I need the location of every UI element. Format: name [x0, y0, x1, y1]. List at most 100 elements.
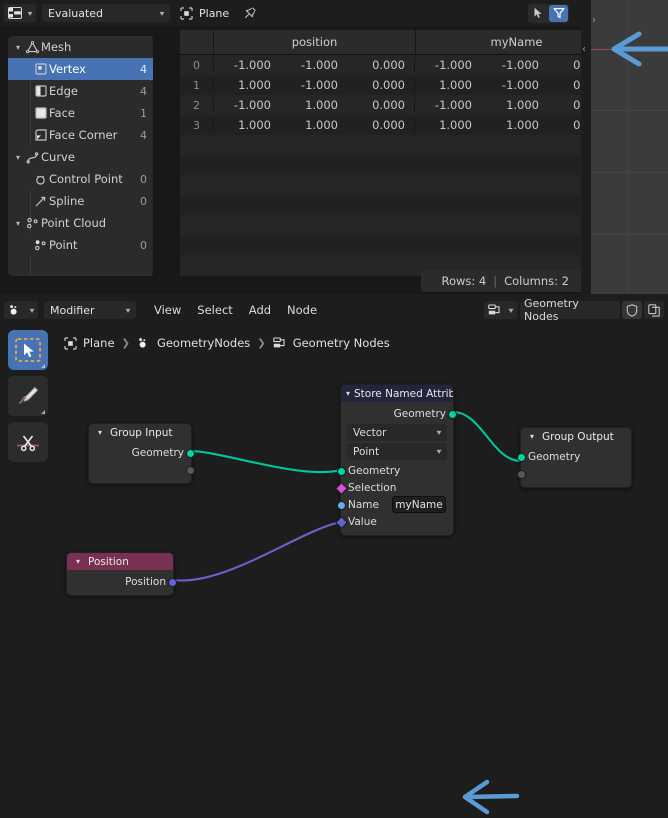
spreadsheet-header: ▾ Evaluated ▾ Plane	[0, 0, 581, 26]
table-cell: 0.000	[573, 118, 581, 132]
node-output-socket-row[interactable]: Geometry	[89, 444, 195, 461]
node-input-socket-row[interactable]: Geometry	[517, 448, 631, 465]
socket-dot[interactable]	[517, 470, 526, 479]
dataset-row-label: Control Point	[49, 172, 123, 186]
grid-line-horizontal	[581, 172, 668, 173]
spreadsheet-dataset-tree[interactable]: ▾ Mesh Vertex 4 Edge 4 Face 1 Face Corner 4 ▾ Curve…	[8, 36, 153, 276]
disclosure-triangle-icon[interactable]: ▾	[12, 43, 24, 52]
disclosure-triangle-icon[interactable]: ▾	[12, 219, 24, 228]
dataset-row-count: 0	[140, 172, 147, 186]
node-group-input[interactable]: ▾ Group Input Geometry	[88, 423, 195, 484]
node-input-socket-row[interactable]: Name myName	[337, 496, 453, 513]
table-cell: 0.000	[372, 58, 405, 72]
table-cell: 0.000	[372, 98, 405, 112]
node-output-socket-row[interactable]: Position	[67, 573, 177, 590]
node-input-socket-row[interactable]	[517, 465, 631, 482]
face-icon	[32, 106, 49, 120]
table-cell: 0.000	[372, 78, 405, 92]
table-cell: -1.000	[501, 58, 539, 72]
row-index: 0	[193, 58, 200, 72]
dataset-row-spline[interactable]: Spline 0	[8, 190, 153, 212]
socket-dot[interactable]	[337, 467, 346, 476]
node-dropdown-label: Vector	[353, 426, 387, 439]
table-cell: -1.000	[213, 58, 280, 72]
cursor-select-icon[interactable]	[529, 5, 548, 22]
dataset-row-control-point[interactable]: Control Point 0	[8, 168, 153, 190]
node-store-named-attribute[interactable]: ▾Store Named Attrib...GeometryVector▾Poi…	[335, 384, 457, 536]
socket-dot[interactable]	[335, 516, 348, 529]
grid-line-horizontal	[581, 234, 668, 235]
socket-dot[interactable]	[186, 466, 195, 475]
socket-dot[interactable]	[448, 410, 457, 419]
face-corner-icon	[32, 128, 49, 142]
pin-icon[interactable]	[243, 6, 257, 20]
column-group-header[interactable]: myName	[415, 30, 581, 54]
sidebar-expand-arrow-side[interactable]: ‹	[582, 44, 586, 55]
dataset-row-face[interactable]: Face 1	[8, 102, 153, 124]
dataset-row-face-corner[interactable]: Face Corner 4	[8, 124, 153, 146]
nodes-layer: ▾ Group Input Geometry ▾ Store Named Attrib.…	[0, 294, 668, 636]
chevron-down-icon: ▾	[436, 447, 442, 456]
node-header[interactable]: ▾ Group Input	[89, 424, 191, 441]
grid-line-horizontal	[581, 110, 668, 111]
table-cell: -1.000	[300, 58, 338, 72]
filter-funnel-icon[interactable]	[549, 4, 568, 22]
node-input-socket-row[interactable]: Value	[335, 513, 453, 530]
mesh-data-icon	[24, 40, 41, 54]
socket-dot[interactable]	[186, 449, 195, 458]
edge-icon	[32, 84, 49, 98]
node-dropdown[interactable]: Vector ▾	[347, 424, 447, 441]
node-header[interactable]: ▾ Group Output	[521, 428, 631, 445]
dataset-row-vertex[interactable]: Vertex 4	[8, 58, 153, 80]
dataset-row-curve[interactable]: ▾ Curve	[8, 146, 153, 168]
sidebar-expand-arrow-top[interactable]: ›	[592, 15, 596, 26]
node-output-socket-row[interactable]: Geometry	[341, 405, 457, 422]
dataset-row-edge[interactable]: Edge 4	[8, 80, 153, 102]
node-header[interactable]: ▾ Store Named Attrib...	[341, 385, 453, 402]
point-cloud-icon	[24, 216, 41, 230]
socket-dot[interactable]	[517, 453, 526, 462]
table-cell: 1.000	[506, 118, 539, 132]
node-position[interactable]: ▾ Position Position	[66, 552, 177, 596]
dataset-row-count: 0	[140, 194, 147, 208]
node-body: Position	[67, 570, 177, 595]
node-header[interactable]: ▾ Position	[67, 553, 173, 570]
dataset-row-mesh[interactable]: ▾ Mesh	[8, 36, 153, 58]
node-collapse-triangle-icon[interactable]: ▾	[94, 428, 106, 437]
node-input-socket-row[interactable]: Selection	[335, 479, 453, 496]
dataset-row-label: Face Corner	[49, 128, 118, 142]
socket-dot[interactable]	[337, 501, 346, 510]
node-collapse-triangle-icon[interactable]: ▾	[526, 432, 538, 441]
socket-dot[interactable]	[168, 578, 177, 587]
chevron-down-icon: ▾	[436, 428, 442, 437]
viewport-3d[interactable]: › ‹	[581, 0, 668, 294]
dataset-row-point[interactable]: Point 0	[8, 234, 153, 256]
dataset-row-label: Edge	[49, 84, 78, 98]
chevron-down-icon: ▾	[159, 8, 165, 18]
node-dropdown[interactable]: Point ▾	[347, 443, 447, 460]
disclosure-triangle-icon[interactable]: ▾	[12, 153, 24, 162]
column-group-header[interactable]: position	[213, 30, 415, 54]
columns-count-label: Columns: 2	[504, 274, 569, 288]
table-cell: -1.000	[414, 98, 481, 112]
row-index: 3	[193, 118, 200, 132]
node-text-field[interactable]: myName	[392, 496, 446, 513]
spreadsheet-status-bar: Rows: 4 | Columns: 2	[421, 270, 581, 292]
spreadsheet-table[interactable]: position myName 0 -1.000 -1.000 0.000 -1.000 -…	[180, 30, 581, 276]
spreadsheet-editor-type-button[interactable]: ▾	[4, 4, 36, 22]
node-collapse-triangle-icon[interactable]: ▾	[72, 557, 84, 566]
node-collapse-triangle-icon[interactable]: ▾	[346, 389, 350, 398]
table-cell: -1.000	[501, 78, 539, 92]
node-output-socket-row[interactable]	[89, 461, 195, 478]
table-row: 2 -1.000 1.000 0.000 -1.000 1.000 0.000	[180, 95, 581, 115]
dataset-row-point-cloud[interactable]: ▾ Point Cloud	[8, 212, 153, 234]
dataset-row-label: Vertex	[49, 62, 86, 76]
control-point-icon	[32, 172, 49, 186]
table-cell: 1.000	[213, 78, 280, 92]
node-input-socket-row[interactable]: Geometry	[337, 462, 453, 479]
socket-dot[interactable]	[335, 482, 348, 495]
node-group-output[interactable]: ▾ Group Output Geometry	[517, 427, 632, 488]
node-socket-label: Geometry	[348, 464, 401, 477]
dataset-mode-dropdown[interactable]: Evaluated ▾	[42, 4, 170, 22]
table-cell: 0.000	[573, 58, 581, 72]
